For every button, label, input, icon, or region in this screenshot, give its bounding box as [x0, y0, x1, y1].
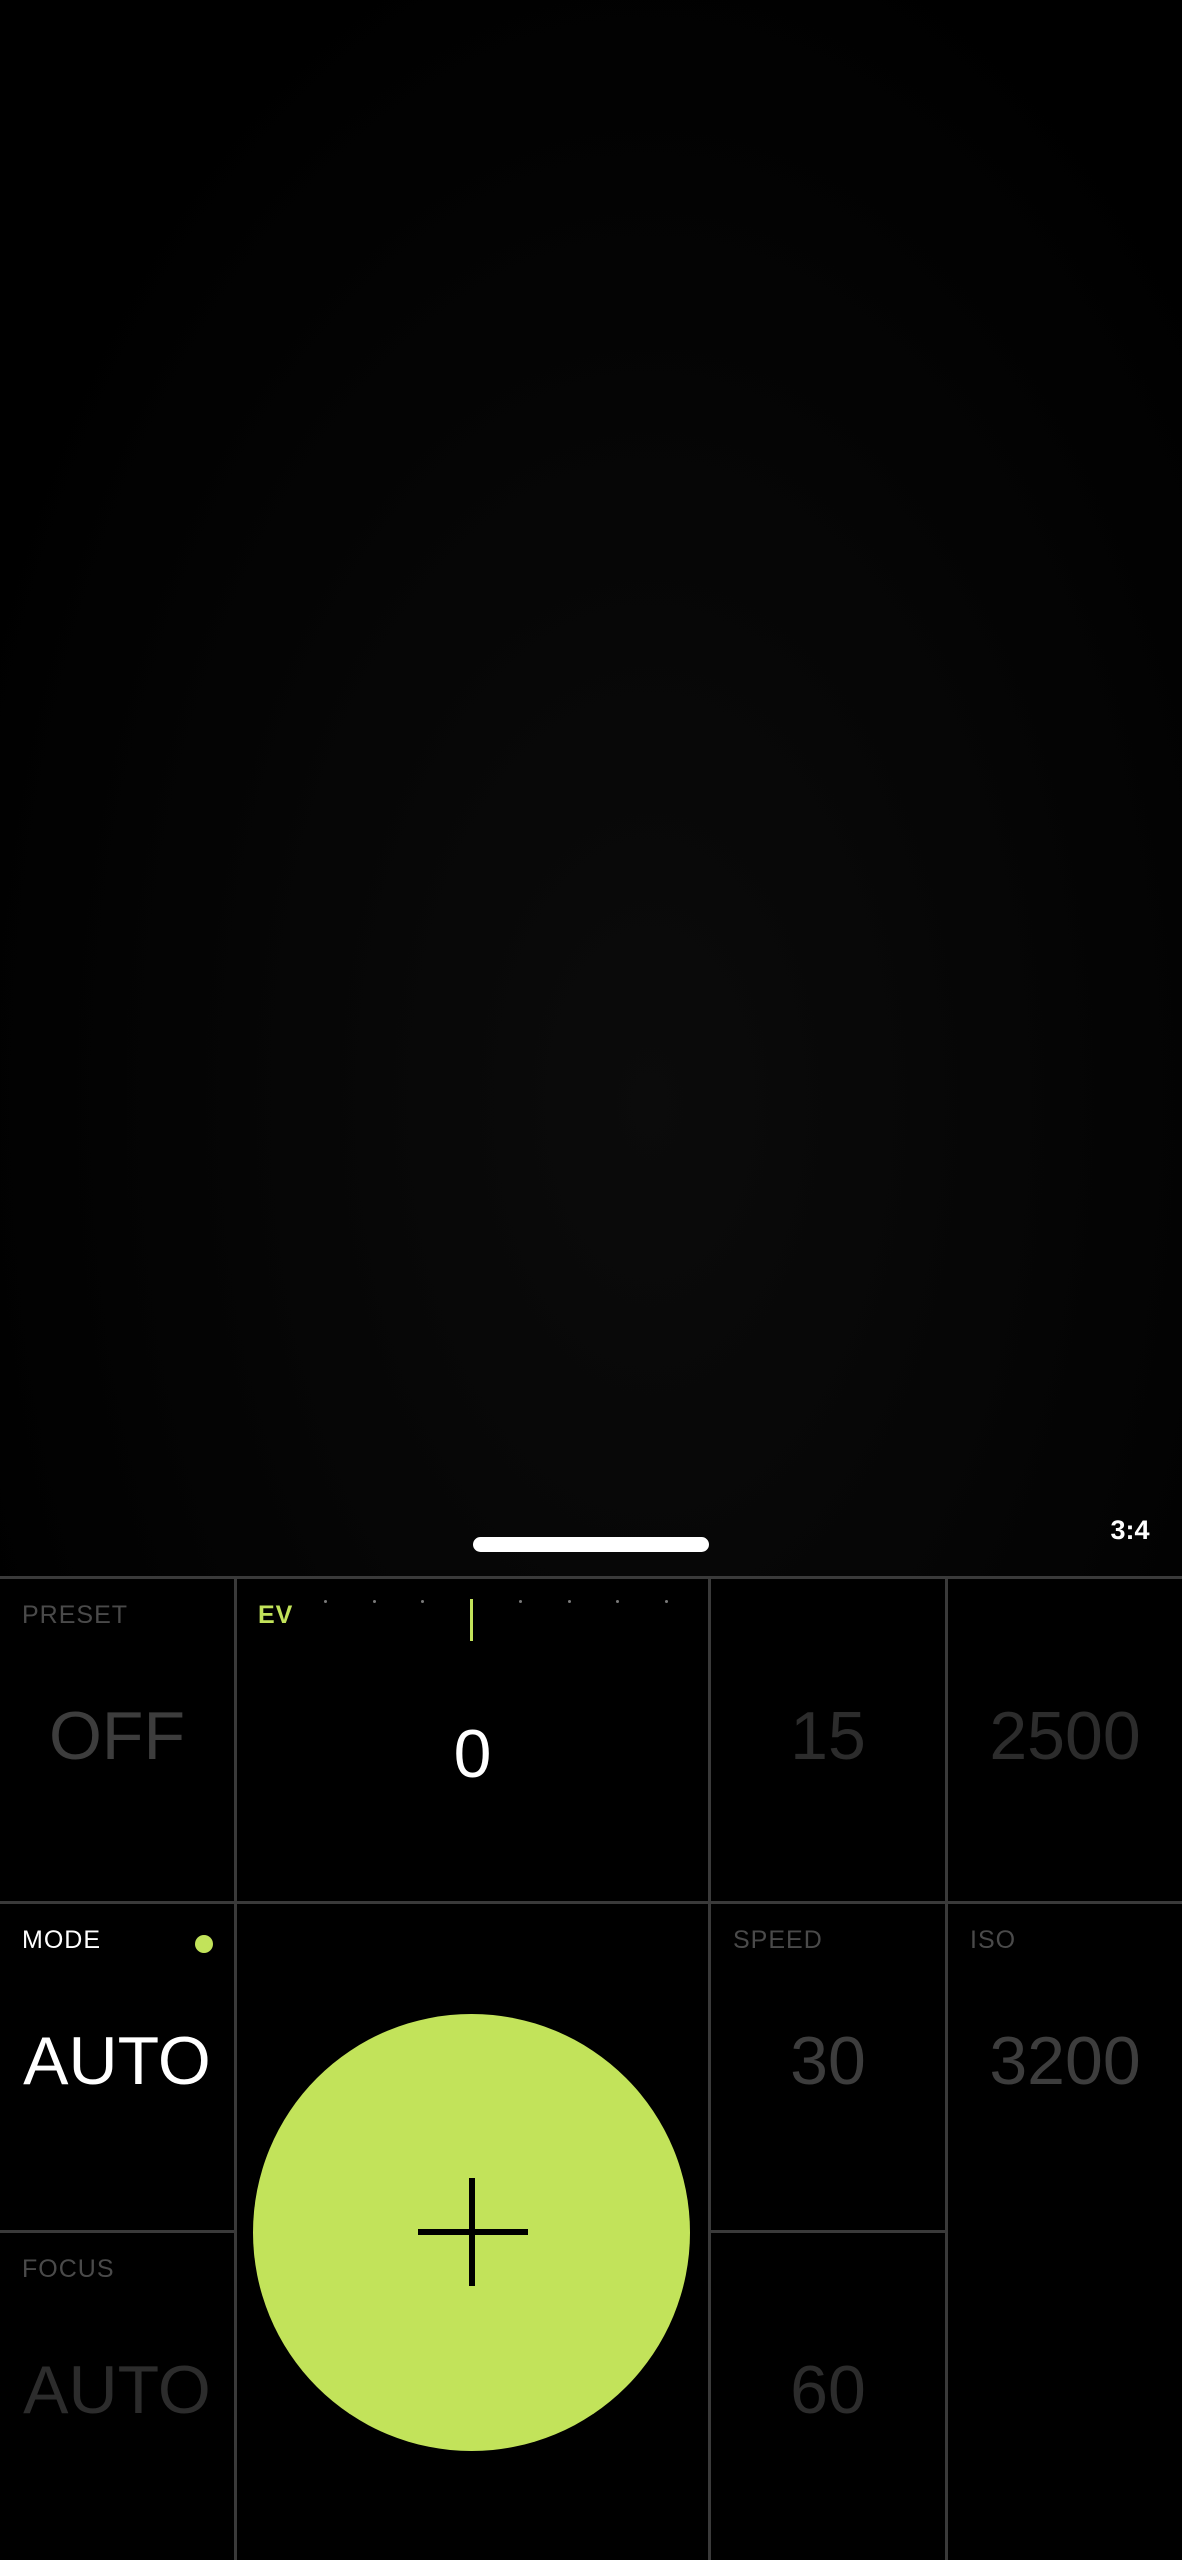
mode-control[interactable]: MODE AUTO [0, 1904, 234, 2230]
speed-label: SPEED [733, 1926, 823, 1954]
ev-tick [568, 1600, 571, 1603]
speed-control[interactable]: SPEED 30 [711, 1904, 945, 2230]
iso-value: 3200 [989, 2023, 1141, 2099]
iso-option[interactable]: 2500 [948, 1579, 1182, 1901]
ev-tick [616, 1600, 619, 1603]
ev-tick [519, 1600, 522, 1603]
preset-control[interactable]: PRESET OFF [0, 1579, 234, 1901]
iso-control[interactable]: ISO 3200 [948, 1904, 1182, 2560]
home-indicator[interactable] [473, 1537, 709, 1552]
focus-label: FOCUS [22, 2255, 115, 2283]
ev-tick [665, 1600, 668, 1603]
ev-tick [324, 1600, 327, 1603]
ev-tick [421, 1600, 424, 1603]
ev-tick [373, 1600, 376, 1603]
camera-viewfinder[interactable] [0, 0, 1182, 1576]
iso-label: ISO [970, 1926, 1017, 1954]
aspect-ratio-button[interactable]: 3:4 [1080, 1510, 1180, 1550]
iso-option-value: 2500 [989, 1698, 1141, 1774]
speed-next-option[interactable]: 60 [711, 2233, 945, 2560]
speed-value: 30 [790, 2023, 866, 2099]
speed-option-value: 15 [790, 1698, 866, 1774]
preset-value: OFF [49, 1698, 185, 1774]
mode-value: AUTO [23, 2023, 211, 2099]
focus-value: AUTO [23, 2352, 211, 2428]
focus-control[interactable]: FOCUS AUTO [0, 2233, 234, 2560]
ev-value: 0 [453, 1716, 492, 1792]
ev-current-marker [470, 1599, 473, 1641]
plus-icon [469, 2178, 475, 2286]
preset-label: PRESET [22, 1601, 129, 1629]
mode-label: MODE [22, 1926, 101, 1954]
mode-active-indicator [195, 1935, 213, 1953]
speed-option[interactable]: 15 [711, 1579, 945, 1901]
speed-next-value: 60 [790, 2352, 866, 2428]
ev-label: EV [258, 1601, 294, 1629]
